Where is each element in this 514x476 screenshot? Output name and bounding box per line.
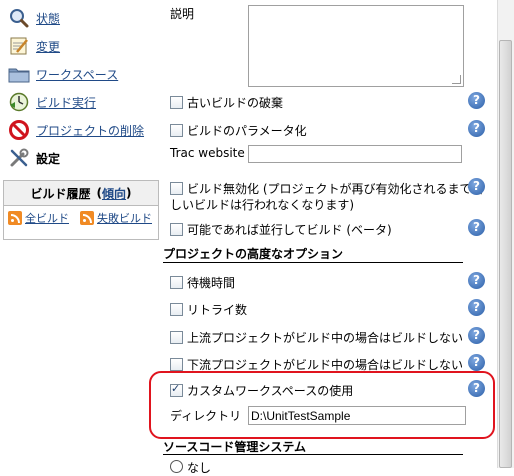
sidebar-item-status[interactable]: 状態: [6, 6, 60, 30]
build-history-header: ビルド履歴 ( 傾向 ): [4, 181, 158, 206]
folder-icon: [6, 63, 32, 85]
build-clock-icon: [6, 91, 32, 113]
help-icon[interactable]: ?: [468, 327, 485, 344]
sidebar-item-label[interactable]: ワークスペース: [36, 66, 118, 83]
help-icon[interactable]: ?: [468, 120, 485, 137]
quiet-period-checkbox[interactable]: [170, 276, 183, 289]
rss-icon: [8, 211, 22, 225]
scrollbar-thumb[interactable]: [499, 40, 512, 468]
parameterized-build-label: ビルドのパラメータ化: [187, 124, 307, 138]
advanced-options-heading: プロジェクトの高度なオプション: [163, 247, 344, 261]
scm-heading: ソースコード管理システム: [163, 440, 307, 454]
directory-input[interactable]: [248, 406, 466, 425]
help-icon[interactable]: ?: [468, 299, 485, 316]
sidebar-item-label[interactable]: 状態: [36, 10, 60, 27]
sidebar-item-label[interactable]: 変更: [36, 38, 60, 55]
failed-builds-link[interactable]: 失敗ビルド: [97, 210, 152, 226]
custom-workspace-checkbox[interactable]: [170, 382, 183, 397]
concurrent-build-label: 可能であれば並行してビルド (ベータ): [187, 223, 392, 237]
sidebar-item-build-now[interactable]: ビルド実行: [6, 90, 96, 114]
description-textarea[interactable]: [248, 5, 464, 87]
sidebar-item-changes[interactable]: 変更: [6, 34, 60, 58]
notepad-icon: [6, 35, 32, 57]
build-history-title: ビルド履歴: [30, 186, 91, 201]
retry-count-label: リトライ数: [187, 303, 248, 317]
trac-website-label: Trac website: [170, 146, 245, 160]
help-icon[interactable]: ?: [468, 272, 485, 289]
failed-builds-feed[interactable]: 失敗ビルド: [80, 210, 152, 226]
discard-old-builds-label: 古いビルドの破棄: [187, 96, 284, 110]
delete-icon: [6, 119, 32, 141]
sidebar-item-workspace[interactable]: ワークスペース: [6, 62, 118, 86]
description-label: 説明: [170, 7, 195, 21]
directory-label: ディレクトリ: [170, 409, 242, 423]
help-icon[interactable]: ?: [468, 380, 485, 397]
all-builds-feed[interactable]: 全ビルド: [8, 210, 69, 226]
block-upstream-checkbox[interactable]: [170, 331, 183, 344]
scm-none-radio[interactable]: [170, 460, 183, 473]
help-icon[interactable]: ?: [468, 92, 485, 109]
sidebar-item-configure[interactable]: 設定: [6, 146, 60, 170]
sidebar-item-label[interactable]: プロジェクトの削除: [36, 122, 144, 139]
parameterized-build-checkbox[interactable]: [170, 124, 183, 137]
rss-icon: [80, 211, 94, 225]
sidebar-item-delete-project[interactable]: プロジェクトの削除: [6, 118, 144, 142]
disable-build-label-line2: しいビルドは行われなくなります): [170, 198, 355, 212]
sidebar-item-label[interactable]: ビルド実行: [36, 94, 96, 111]
sidebar-item-label[interactable]: 設定: [36, 150, 60, 167]
help-icon[interactable]: ?: [468, 178, 485, 195]
retry-count-checkbox[interactable]: [170, 303, 183, 316]
tools-icon: [6, 147, 32, 169]
block-downstream-checkbox[interactable]: [170, 358, 183, 371]
section-divider: [163, 262, 463, 263]
help-icon[interactable]: ?: [468, 354, 485, 371]
resize-grip[interactable]: [452, 75, 461, 84]
discard-old-builds-checkbox[interactable]: [170, 96, 183, 109]
section-divider: [163, 454, 463, 455]
trac-website-input[interactable]: [248, 145, 462, 163]
concurrent-build-checkbox[interactable]: [170, 223, 183, 236]
quiet-period-label: 待機時間: [187, 276, 236, 290]
trend-link[interactable]: 傾向: [102, 185, 126, 202]
block-upstream-label: 上流プロジェクトがビルド中の場合はビルドしない: [187, 331, 464, 345]
build-history-panel: ビルド履歴 ( 傾向 ) 全ビルド 失敗ビルド: [3, 180, 159, 240]
search-icon: [6, 7, 32, 29]
all-builds-link[interactable]: 全ビルド: [25, 210, 69, 226]
custom-workspace-label: カスタムワークスペースの使用: [187, 384, 354, 398]
disable-build-label-line1: ビルド無効化 (プロジェクトが再び有効化されるまで新: [187, 182, 484, 196]
help-icon[interactable]: ?: [468, 219, 485, 236]
trend-close-paren: ): [126, 186, 132, 200]
disable-build-checkbox[interactable]: [170, 182, 183, 195]
